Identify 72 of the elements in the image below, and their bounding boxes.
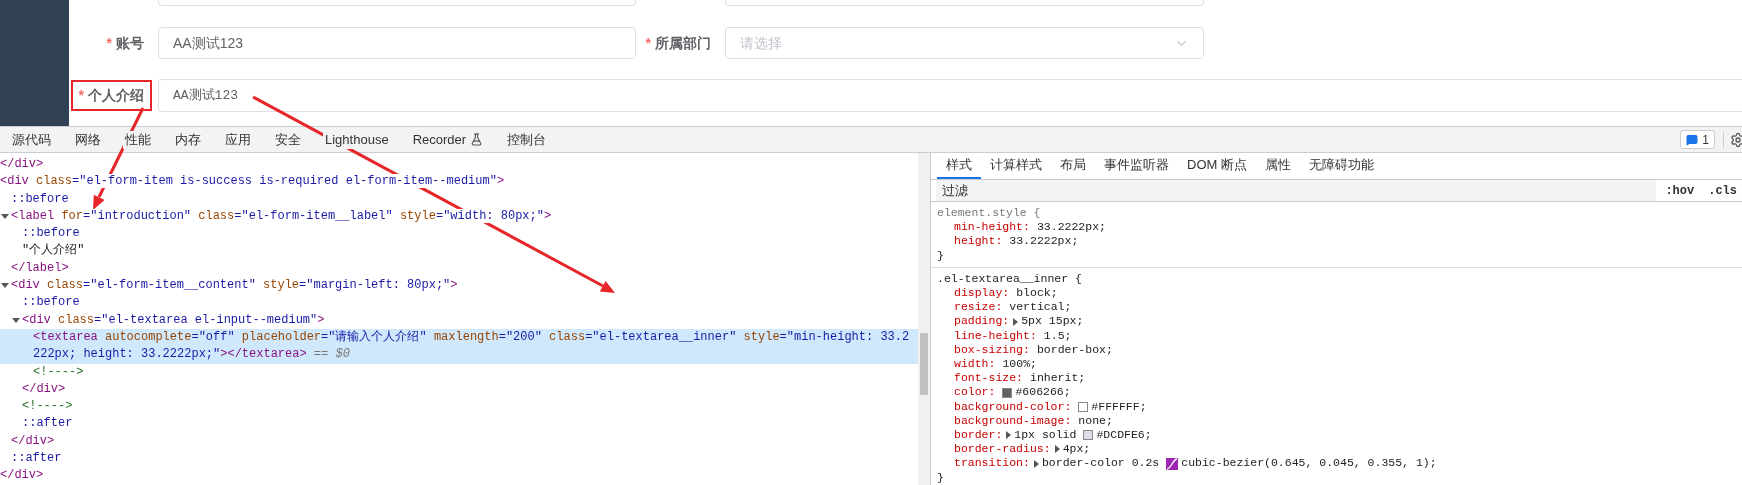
dom-line[interactable]: </div> [0,156,918,174]
field-label: * 个人介绍 [70,80,152,111]
expand-triangle-icon[interactable] [1054,445,1060,454]
dom-line[interactable]: ::before [0,190,918,208]
devtools-tab[interactable]: Lighthouse [323,130,391,149]
dom-line[interactable]: ::before [0,294,918,312]
field-label: * 所属部门 [644,33,712,53]
dom-line[interactable]: "个人介绍" [0,242,918,260]
filter-field[interactable]: 过滤 [936,180,1657,201]
css-declaration[interactable]: display: block; [937,286,1065,301]
css-declaration[interactable]: height: 33.2222px; [937,234,1086,249]
expand-triangle-icon[interactable] [1013,317,1019,326]
color-swatch[interactable] [1083,430,1094,441]
css-declaration[interactable]: border: 1px solid #DCDFE6; [937,428,1152,443]
dom-line[interactable]: <div class="el-form-item is-success is-required el-form-item--medium"> [0,173,918,191]
color-swatch[interactable] [1002,387,1013,398]
dom-line[interactable]: ::after [0,450,918,468]
styles-tab[interactable]: DOM 断点 [1178,153,1256,179]
styles-tab[interactable]: 属性 [1255,153,1300,179]
css-declaration[interactable]: border-radius: 4px; [937,442,1098,457]
expand-triangle-icon[interactable] [1006,431,1012,440]
css-selector[interactable]: element.style { [937,206,1736,221]
input-field[interactable]: AA测试123 [158,27,636,59]
css-declaration[interactable]: box-sizing: border-box; [937,342,1120,358]
scrollbar[interactable] [918,153,930,485]
flask-icon [470,133,484,146]
css-declaration[interactable]: min-height: 33.2222px; [937,220,1113,235]
css-declaration[interactable]: background-image: none; [937,413,1120,429]
dom-line[interactable]: </div> [0,467,918,485]
css-declaration[interactable]: line-height: 1.5; [937,328,1079,343]
issues-badge[interactable]: 1 [1680,130,1715,149]
css-declaration[interactable]: background-color: #FFFFFF; [937,399,1147,414]
styles-tab[interactable]: 布局 [1051,153,1095,179]
devtools-tab[interactable]: 性能 [123,130,153,149]
devtools-tab[interactable]: 网络 [73,130,103,149]
css-declaration[interactable]: padding: 5px 15px; [937,314,1091,329]
css-selector[interactable]: .el-textarea__inner { [937,271,1736,286]
devtools-tab[interactable]: 安全 [273,130,303,149]
input-field[interactable] [725,0,1204,6]
dom-line[interactable]: </label> [0,259,918,278]
styles-tab[interactable]: 无障碍功能 [1299,153,1383,179]
message-icon [1686,133,1699,146]
dom-line[interactable]: <div class="el-textarea el-input--medium"> [0,311,918,329]
dom-line[interactable]: <div class="el-form-item__content" style="margin-left: 80px;"> [0,277,918,295]
css-declaration[interactable]: font-size: inherit; [937,371,1093,386]
dom-line[interactable]: </div> [0,432,918,451]
css-declaration[interactable]: resize: vertical; [937,300,1079,315]
dom-line[interactable]: ::after [0,415,918,433]
dom-line[interactable]: <!----> [0,363,918,381]
dom-line[interactable]: </div> [0,380,918,399]
input-field[interactable] [158,0,636,6]
styles-tab[interactable]: 计算样式 [981,153,1051,179]
dom-line[interactable]: <!----> [0,398,918,416]
css-declaration[interactable]: transition: border-color 0.2s cubic-bezier(0.645, 0.045, 0.355, 1); [937,456,1437,471]
devtools-tab[interactable]: 内存 [173,130,203,149]
field-label: * 账号 [105,33,145,53]
toggle-button[interactable]: .cls [1703,181,1742,200]
color-swatch[interactable] [1078,401,1089,412]
devtools-tab[interactable]: 源代码 [10,130,53,149]
easing-curve-icon[interactable] [1166,457,1179,470]
expand-triangle-icon[interactable] [1033,459,1039,468]
toggle-button[interactable]: :hov [1660,181,1700,200]
textarea-field[interactable]: AA测试123 [158,79,1742,112]
settings-icon[interactable] [1730,131,1742,148]
closing-brace: } [937,470,944,485]
dom-line[interactable]: <label for="introduction" class="el-form-item__label" style="width: 80px;"> [0,207,918,226]
closing-brace: } [937,248,944,263]
css-declaration[interactable]: color: #606266; [937,385,1071,400]
css-declaration[interactable]: width: 100%; [937,357,1044,372]
dom-line[interactable]: ::before [0,225,918,243]
devtools-tab[interactable]: 应用 [223,130,253,149]
styles-tab[interactable]: 事件监听器 [1095,153,1178,179]
